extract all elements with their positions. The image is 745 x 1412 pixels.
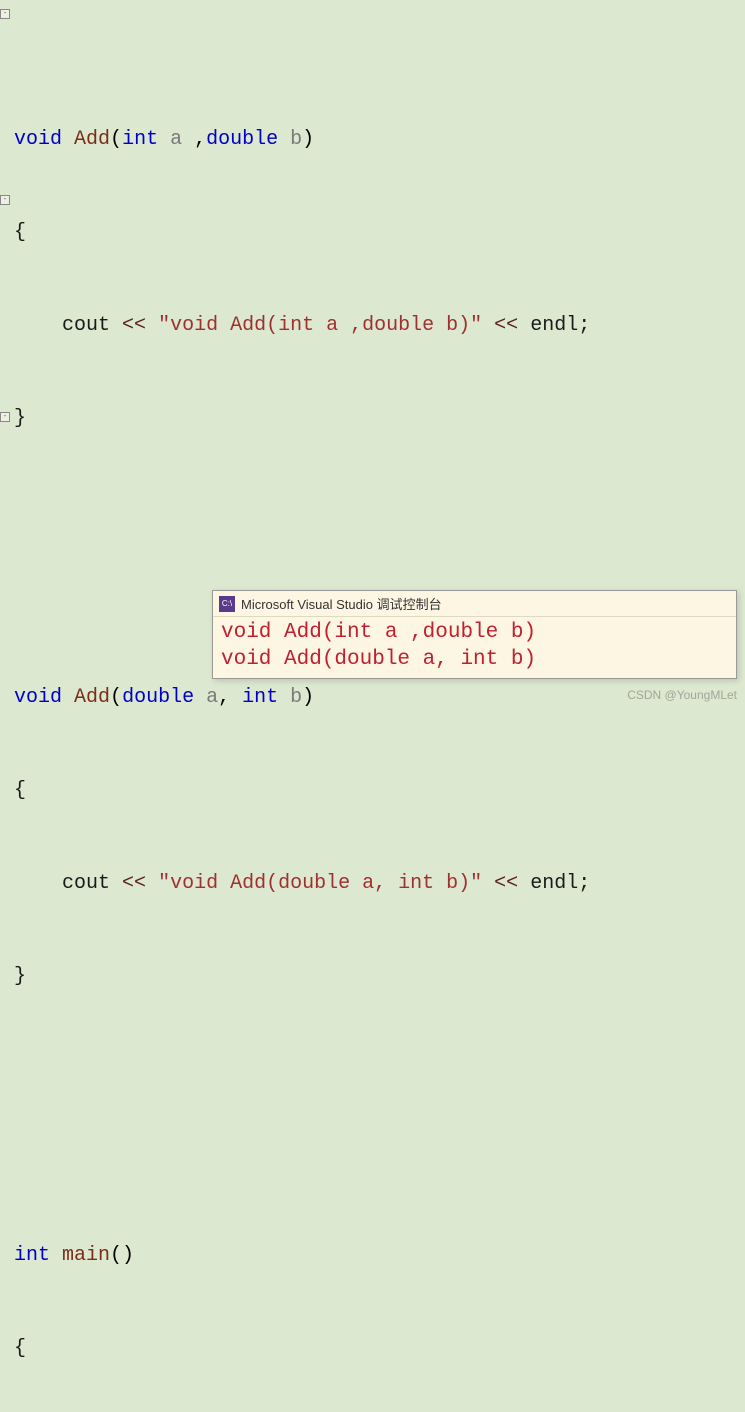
fold-icon[interactable]: - [0,412,10,422]
keyword: int [14,1244,50,1267]
param: b [290,128,302,151]
code-line[interactable] [0,1147,745,1178]
identifier: cout [62,314,110,337]
brace: { [14,1337,26,1360]
fold-icon[interactable]: - [0,9,10,19]
code-line[interactable]: { [0,775,745,806]
function-name: Add [74,128,110,151]
code-line[interactable]: } [0,403,745,434]
code-line[interactable]: int main() [0,1240,745,1271]
function-name: main [62,1244,110,1267]
code-line[interactable]: { [0,217,745,248]
console-title: Microsoft Visual Studio 调试控制台 [241,594,442,613]
console-titlebar[interactable]: C:\ Microsoft Visual Studio 调试控制台 [213,591,736,617]
console-line: void Add(double a, int b) [221,648,536,671]
string-literal: "void Add(double a, int b)" [158,872,482,895]
code-line[interactable] [0,1054,745,1085]
console-icon: C:\ [219,596,235,612]
semicolon: ; [578,872,590,895]
type: double [206,128,278,151]
identifier: endl [530,314,578,337]
code-line[interactable] [0,496,745,527]
brace: } [14,407,26,430]
brace: } [14,965,26,988]
watermark: CSDN @YoungMLet [627,688,737,702]
string-literal: "void Add(int a ,double b)" [158,314,482,337]
code-line[interactable]: cout << "void Add(int a ,double b)" << e… [0,310,745,341]
operator: << [494,872,518,895]
code-line[interactable]: cout << "void Add(double a, int b)" << e… [0,868,745,899]
code-editor[interactable]: - - - void Add(int a ,double b) { cout <… [0,0,745,1412]
operator: << [122,872,146,895]
console-output: void Add(int a ,double b) void Add(doubl… [213,617,736,678]
brace: { [14,779,26,802]
param: a [170,128,182,151]
semicolon: ; [578,314,590,337]
code-line[interactable]: void Add(int a ,double b) [0,124,745,155]
console-window[interactable]: C:\ Microsoft Visual Studio 调试控制台 void A… [212,590,737,679]
gutter: - - - [0,0,12,1412]
identifier: cout [62,872,110,895]
operator: << [494,314,518,337]
operator: << [122,314,146,337]
console-line: void Add(int a ,double b) [221,621,536,644]
brace: { [14,221,26,244]
fold-icon[interactable]: - [0,195,10,205]
code-line[interactable]: { [0,1333,745,1364]
code-line[interactable]: } [0,961,745,992]
identifier: endl [530,872,578,895]
type: int [122,128,158,151]
